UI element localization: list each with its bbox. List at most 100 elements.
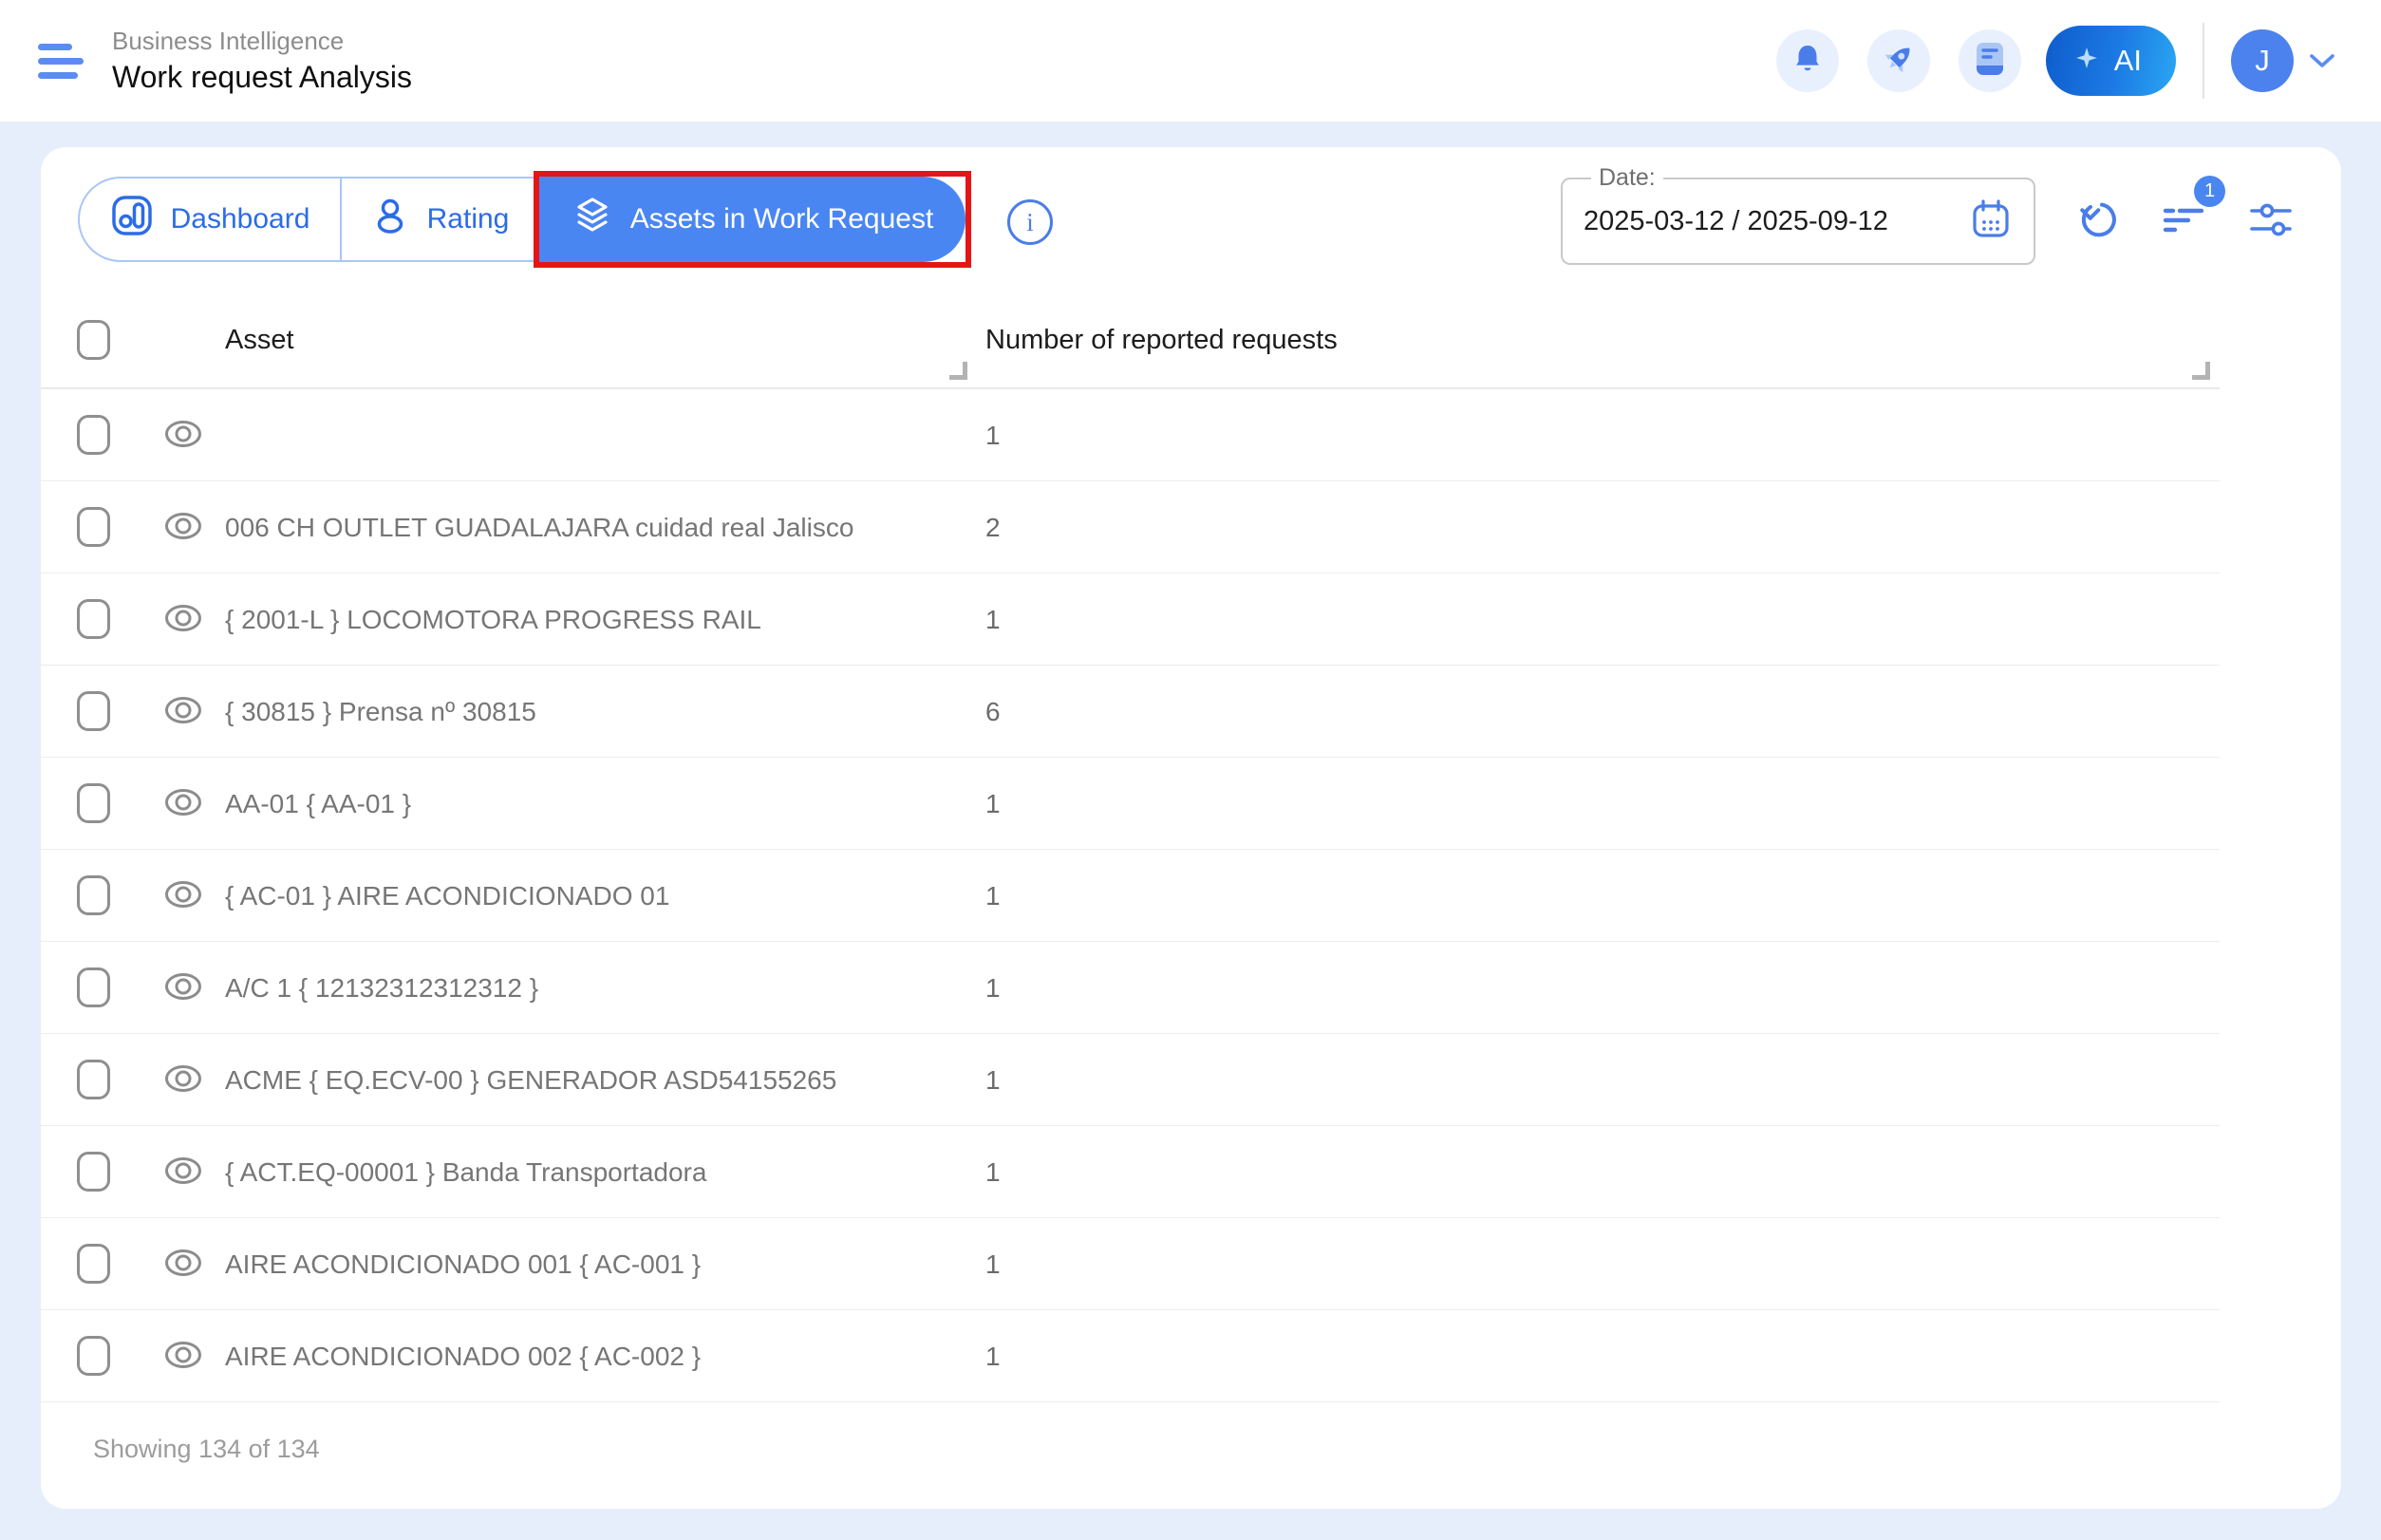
request-count: 1 — [985, 881, 1001, 911]
row-checkbox[interactable] — [77, 1244, 110, 1284]
assets-table: Asset Number of reported requests 1 006 … — [41, 292, 2220, 1464]
column-header-asset[interactable]: Asset — [225, 325, 294, 356]
tab-dashboard[interactable]: Dashboard — [78, 177, 340, 262]
eye-icon[interactable] — [162, 879, 204, 910]
row-checkbox[interactable] — [77, 875, 110, 915]
layers-icon — [572, 195, 613, 244]
table-row: { ACT.EQ-00001 } Banda Transportadora 1 — [41, 1126, 2220, 1218]
date-range-value[interactable]: 2025-03-12 / 2025-09-12 — [1584, 206, 1888, 237]
refresh-icon — [2073, 197, 2119, 245]
calendar-icon[interactable] — [1969, 197, 2013, 246]
tab-label: Dashboard — [171, 203, 310, 235]
asset-name: 006 CH OUTLET GUADALAJARA cuidad real Ja… — [225, 513, 853, 543]
request-count: 1 — [985, 605, 1001, 635]
eye-icon[interactable] — [162, 1340, 204, 1370]
rocket-icon — [1881, 41, 1917, 82]
table-row: AIRE ACONDICIONADO 001 { AC-001 } 1 — [41, 1218, 2220, 1310]
row-checkbox[interactable] — [77, 783, 110, 823]
hamburger-menu-icon[interactable] — [38, 44, 84, 79]
eye-icon[interactable] — [162, 695, 204, 725]
table-row: { 2001-L } LOCOMOTORA PROGRESS RAIL 1 — [41, 573, 2220, 666]
eye-icon[interactable] — [162, 419, 204, 449]
column-header-count[interactable]: Number of reported requests — [985, 325, 1338, 356]
row-checkbox[interactable] — [77, 415, 110, 455]
request-count: 1 — [985, 1342, 1001, 1372]
asset-name: A/C 1 { 12132312312312 } — [225, 973, 538, 1004]
filter-button[interactable]: 1 — [2161, 197, 2206, 245]
toolbar: Dashboard Rating — [41, 147, 2341, 268]
date-field-label: Date: — [1591, 164, 1663, 192]
annotation-highlight: Assets in Work Request — [534, 171, 971, 268]
tab-label: Assets in Work Request — [630, 203, 934, 235]
settings-sliders-button[interactable] — [2248, 197, 2294, 245]
page-title: Work request Analysis — [112, 58, 412, 96]
request-count: 2 — [985, 513, 1001, 543]
row-checkbox[interactable] — [77, 1060, 110, 1099]
tab-assets-in-work-request[interactable]: Assets in Work Request — [539, 177, 966, 262]
tab-label: Rating — [427, 203, 510, 235]
ai-button-label: AI — [2114, 44, 2142, 78]
table-row: { AC-01 } AIRE ACONDICIONADO 01 1 — [41, 850, 2220, 942]
row-checkbox[interactable] — [77, 691, 110, 731]
dashboard-icon — [110, 194, 154, 245]
asset-name: AA-01 { AA-01 } — [225, 789, 411, 819]
asset-name: { ACT.EQ-00001 } Banda Transportadora — [225, 1157, 706, 1188]
table-row: 1 — [41, 389, 2220, 481]
user-menu-chevron-down-icon[interactable] — [2309, 52, 2335, 69]
row-checkbox[interactable] — [77, 599, 110, 639]
ai-assistant-button[interactable]: AI — [2046, 26, 2176, 96]
request-count: 6 — [985, 697, 1001, 727]
eye-icon[interactable] — [162, 1063, 204, 1094]
eye-icon[interactable] — [162, 971, 204, 1002]
breadcrumb: Business Intelligence — [112, 26, 412, 57]
eye-icon[interactable] — [162, 1248, 204, 1278]
table-row: AIRE ACONDICIONADO 002 { AC-002 } 1 — [41, 1310, 2220, 1402]
table-body: 1 006 CH OUTLET GUADALAJARA cuidad real … — [41, 389, 2220, 1402]
page: Business Intelligence Work request Analy… — [0, 0, 2381, 1540]
tab-rating[interactable]: Rating — [340, 177, 539, 262]
request-count: 1 — [985, 973, 1001, 1004]
content-card: Dashboard Rating — [41, 147, 2341, 1509]
avatar-initial: J — [2255, 44, 2270, 78]
tab-group: Dashboard Rating — [78, 177, 971, 268]
row-checkbox[interactable] — [77, 967, 110, 1007]
journal-icon — [1975, 41, 2005, 82]
eye-icon[interactable] — [162, 603, 204, 633]
column-resize-handle[interactable] — [2192, 362, 2210, 380]
sparkle-icon — [2074, 44, 2099, 78]
date-range-field[interactable]: Date: 2025-03-12 / 2025-09-12 — [1561, 164, 2035, 265]
notifications-button[interactable] — [1776, 29, 1839, 92]
table-footer-count: Showing 134 of 134 — [93, 1435, 2220, 1464]
eye-icon[interactable] — [162, 1155, 204, 1186]
docs-button[interactable] — [1959, 29, 2021, 92]
info-button[interactable]: i — [1007, 199, 1053, 245]
refresh-button[interactable] — [2073, 197, 2119, 245]
column-resize-handle[interactable] — [949, 362, 967, 380]
top-right-actions: AI J — [1748, 23, 2335, 99]
asset-name: AIRE ACONDICIONADO 002 { AC-002 } — [225, 1342, 701, 1372]
table-row: 006 CH OUTLET GUADALAJARA cuidad real Ja… — [41, 481, 2220, 573]
table-row: { 30815 } Prensa nº 30815 6 — [41, 666, 2220, 758]
request-count: 1 — [985, 1249, 1001, 1280]
row-checkbox[interactable] — [77, 507, 110, 547]
table-row: ACME { EQ.ECV-00 } GENERADOR ASD54155265… — [41, 1034, 2220, 1126]
divider — [2203, 23, 2204, 99]
bell-icon — [1790, 42, 1825, 81]
select-all-checkbox[interactable] — [77, 320, 110, 360]
asset-name: { 2001-L } LOCOMOTORA PROGRESS RAIL — [225, 605, 761, 635]
title-block: Business Intelligence Work request Analy… — [112, 26, 412, 97]
info-icon: i — [1026, 208, 1034, 237]
eye-icon[interactable] — [162, 511, 204, 541]
sliders-icon — [2248, 197, 2294, 245]
request-count: 1 — [985, 1065, 1001, 1096]
row-checkbox[interactable] — [77, 1336, 110, 1376]
person-icon — [370, 196, 410, 243]
top-bar: Business Intelligence Work request Analy… — [0, 0, 2381, 122]
table-row: AA-01 { AA-01 } 1 — [41, 758, 2220, 850]
request-count: 1 — [985, 789, 1001, 819]
eye-icon[interactable] — [162, 787, 204, 817]
avatar[interactable]: J — [2231, 29, 2294, 92]
whats-new-button[interactable] — [1867, 29, 1930, 92]
table-header: Asset Number of reported requests — [41, 292, 2220, 389]
row-checkbox[interactable] — [77, 1152, 110, 1192]
